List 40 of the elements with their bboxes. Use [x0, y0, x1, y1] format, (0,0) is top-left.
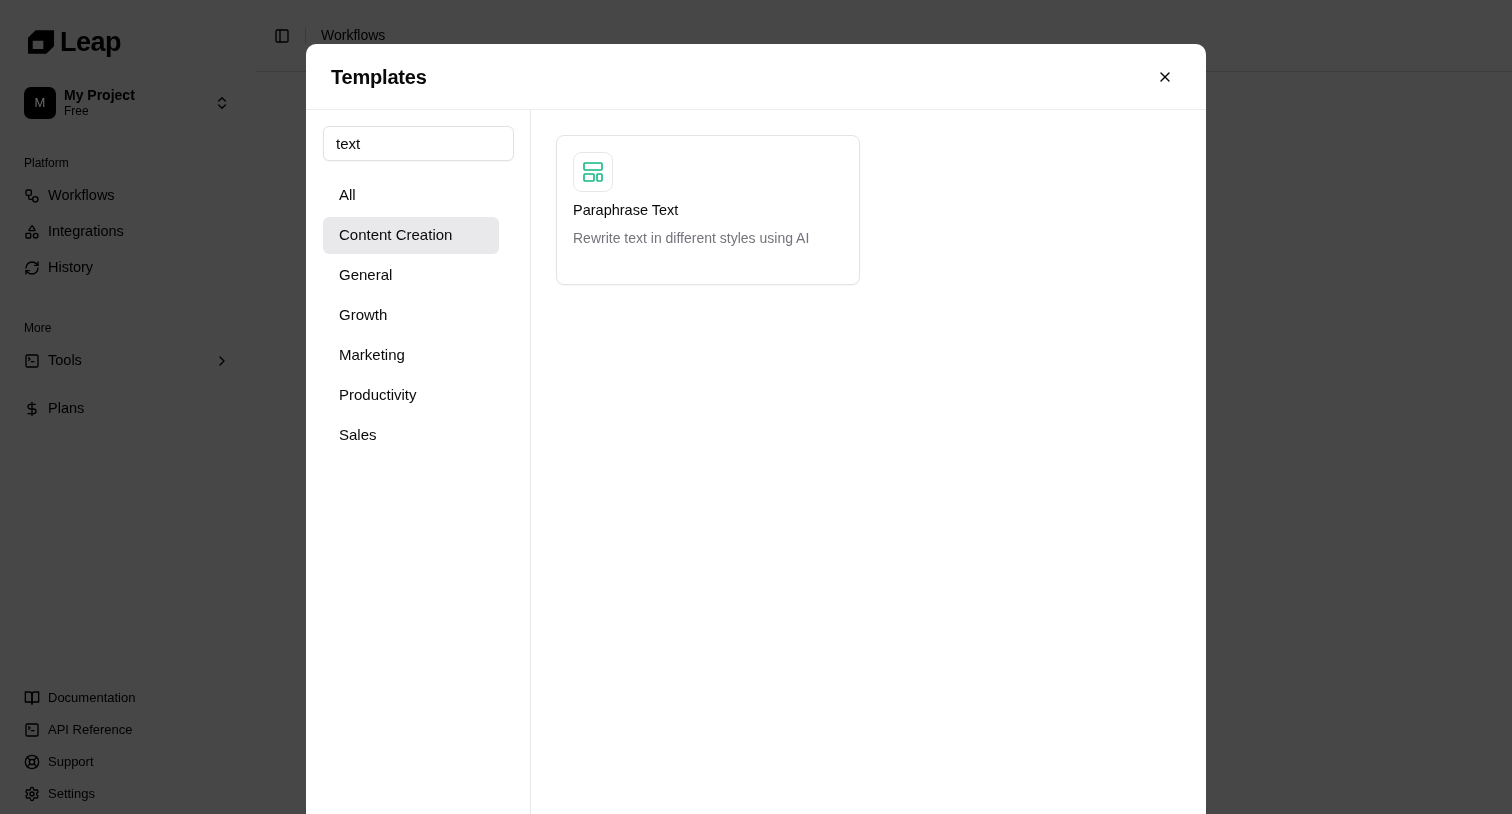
- project-plan: Free: [64, 103, 90, 119]
- dialog-title: Templates: [331, 64, 427, 90]
- nav-link[interactable]: Plans: [24, 391, 231, 427]
- settings-icon: [24, 786, 40, 802]
- category-item[interactable]: All: [323, 177, 499, 214]
- nav-link[interactable]: Integrations: [24, 214, 231, 250]
- layout-icon: [573, 152, 613, 192]
- category-item[interactable]: Marketing: [323, 337, 499, 374]
- nav-link[interactable]: Workflows: [24, 178, 231, 214]
- search-field[interactable]: text: [323, 126, 514, 161]
- nav-link[interactable]: Tools: [24, 343, 231, 379]
- dollar-icon: [24, 401, 40, 417]
- history-icon: [24, 260, 40, 276]
- shapes-icon: [24, 224, 40, 240]
- template-description: Rewrite text in different styles using AI: [573, 229, 811, 248]
- category-item[interactable]: Productivity: [323, 377, 499, 414]
- category-item[interactable]: Sales: [323, 417, 499, 454]
- footer-link[interactable]: Support: [24, 746, 231, 778]
- logo-icon: [28, 29, 54, 55]
- book-icon: [24, 690, 40, 706]
- category-item[interactable]: Content Creation: [323, 217, 499, 254]
- panel-toggle-icon[interactable]: [274, 28, 290, 44]
- section-heading: Platform: [24, 155, 69, 171]
- category-item[interactable]: Growth: [323, 297, 499, 334]
- template-title: Paraphrase Text: [573, 201, 680, 220]
- workflow-icon: [24, 188, 40, 204]
- footer-link[interactable]: API Reference: [24, 714, 231, 746]
- template-card[interactable]: Paraphrase Text Rewrite text in different styles using AI: [556, 135, 860, 285]
- lifebuoy-icon: [24, 754, 40, 770]
- logo-text: Leap: [60, 28, 122, 56]
- section-heading: More: [24, 320, 52, 336]
- category-item[interactable]: General: [323, 257, 499, 294]
- footer-link[interactable]: Documentation: [24, 682, 231, 714]
- footer-link[interactable]: Settings: [24, 778, 231, 810]
- project-name: My Project: [64, 87, 135, 103]
- nav-link[interactable]: History: [24, 250, 231, 286]
- breadcrumb-text: Workflows: [321, 28, 386, 43]
- terminal-icon: [24, 353, 40, 369]
- terminal-icon: [24, 722, 40, 738]
- project-avatar[interactable]: M: [24, 87, 56, 119]
